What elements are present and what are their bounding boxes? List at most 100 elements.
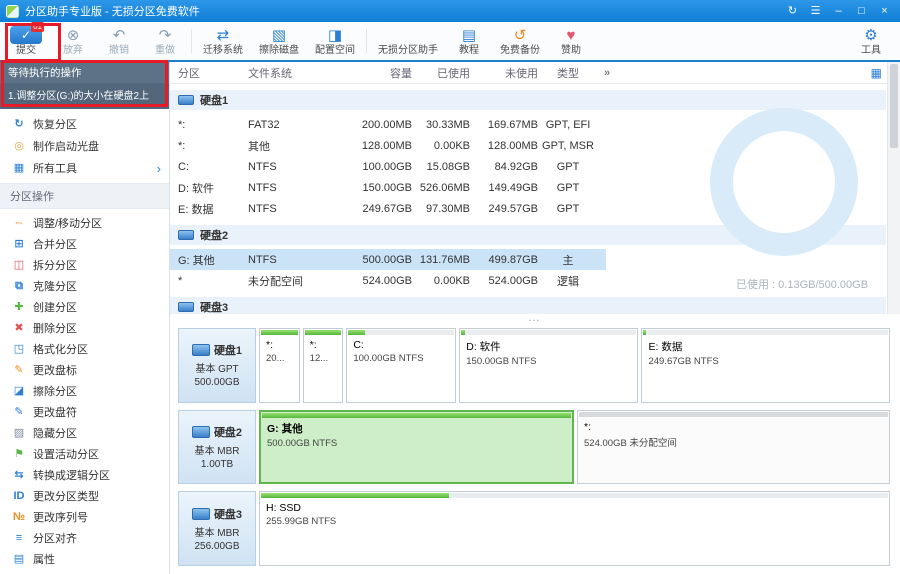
wipe-disk-button[interactable]: ▧ 擦除磁盘 bbox=[251, 22, 307, 60]
partition-operations-title: 分区操作 bbox=[10, 191, 54, 203]
table-row[interactable]: 硬盘1 bbox=[170, 90, 886, 110]
partition-box[interactable]: H: SSD 255.99GB NTFS bbox=[259, 491, 890, 566]
usage-label: 已使用 : 0.13GB/500.00GB bbox=[736, 276, 868, 292]
migrate-system-button[interactable]: ⇄ 迁移系统 bbox=[195, 22, 251, 60]
sidebar-operation-item[interactable]: ≡ 分区对齐 bbox=[0, 527, 169, 548]
operation-label: 分区对齐 bbox=[33, 530, 169, 546]
sidebar-operation-item[interactable]: ▤ 属性 bbox=[0, 548, 169, 569]
sidebar-operation-item[interactable]: ⇆ 转换成逻辑分区 bbox=[0, 464, 169, 485]
more-columns-icon[interactable]: » bbox=[604, 67, 610, 79]
sidebar-operation-item[interactable]: ◳ 格式化分区 bbox=[0, 338, 169, 359]
redo-button[interactable]: ↷ 重做 bbox=[142, 22, 188, 60]
tutorial-button[interactable]: ▤ 教程 bbox=[446, 22, 492, 60]
commit-button[interactable]: ✓ 01 提交 bbox=[2, 22, 50, 60]
partition-name: E: 数据 bbox=[178, 201, 213, 217]
donate-button[interactable]: ♥ 赞助 bbox=[548, 22, 594, 60]
undo-button[interactable]: ↶ 撤销 bbox=[96, 22, 142, 60]
sidebar-operation-item[interactable]: ✎ 更改盘标 bbox=[0, 359, 169, 380]
header-used[interactable]: 已使用 bbox=[412, 65, 470, 81]
operation-icon: ✖ bbox=[12, 321, 26, 335]
sidebar-operation-item[interactable]: ▨ 隐藏分区 bbox=[0, 422, 169, 443]
operation-label: 更改盘标 bbox=[33, 362, 169, 378]
header-type[interactable]: 类型 bbox=[538, 65, 598, 81]
table-row[interactable]: G: 其他 NTFS 500.00GB 131.76MB 499.87GB 主 bbox=[170, 249, 606, 270]
partition-box[interactable]: C: 100.00GB NTFS bbox=[346, 328, 456, 403]
pending-operations-panel[interactable]: 等待执行的操作 1.调整分区(G:)的大小在硬盘2上 bbox=[0, 62, 169, 109]
refresh-icon[interactable]: ↻ bbox=[783, 2, 802, 20]
pending-count-badge: 01 bbox=[31, 22, 44, 32]
table-row[interactable]: D: 软件 NTFS 150.00GB 526.06MB 149.49GB GP… bbox=[170, 177, 606, 198]
vertical-scrollbar[interactable] bbox=[887, 62, 900, 314]
cell-unused: 149.49GB bbox=[470, 182, 538, 194]
scrollbar-thumb[interactable] bbox=[890, 64, 898, 148]
minimize-button[interactable]: – bbox=[829, 2, 848, 20]
cell-type: GPT bbox=[538, 203, 598, 215]
toolbar-spacer bbox=[594, 22, 848, 60]
donate-label: 赞助 bbox=[561, 46, 581, 56]
table-row[interactable]: *: FAT32 200.00MB 30.33MB 169.67MB GPT, … bbox=[170, 114, 606, 135]
view-toggle-icon[interactable]: ▦ bbox=[871, 66, 882, 80]
partition-box[interactable]: *: 524.00GB 未分配空间 bbox=[577, 410, 890, 485]
partition-box[interactable]: *: 12... bbox=[303, 328, 344, 403]
sidebar-operation-item[interactable]: ⚑ 设置活动分区 bbox=[0, 443, 169, 464]
sidebar-operation-item[interactable]: ✚ 创建分区 bbox=[0, 296, 169, 317]
disk-label-2[interactable]: 硬盘2 基本 MBR 1.00TB bbox=[178, 410, 256, 485]
disk-label-1[interactable]: 硬盘1 基本 GPT 500.00GB bbox=[178, 328, 256, 403]
table-row[interactable]: C: NTFS 100.00GB 15.08GB 84.92GB GPT bbox=[170, 156, 606, 177]
pending-operation-item[interactable]: 1.调整分区(G:)的大小在硬盘2上 bbox=[0, 83, 169, 109]
wipe-disk-label: 擦除磁盘 bbox=[259, 46, 299, 56]
sidebar-operation-item[interactable]: ✖ 删除分区 bbox=[0, 317, 169, 338]
toolbar: ✓ 01 提交 ⊗ 放弃 ↶ 撤销 ↷ 重做 ⇄ 迁移系统 ▧ 擦除磁盘 ◨ 配… bbox=[0, 22, 900, 62]
redo-label: 重做 bbox=[155, 46, 175, 56]
discard-button[interactable]: ⊗ 放弃 bbox=[50, 22, 96, 60]
table-row[interactable]: E: 数据 NTFS 249.67GB 97.30MB 249.57GB GPT bbox=[170, 198, 606, 219]
sidebar-operation-item[interactable]: ID 更改分区类型 bbox=[0, 485, 169, 506]
table-row[interactable]: * 未分配空间 524.00GB 0.00KB 524.00GB 逻辑 bbox=[170, 270, 606, 291]
free-backup-button[interactable]: ↺ 免费备份 bbox=[492, 22, 548, 60]
maximize-button[interactable]: □ bbox=[852, 2, 871, 20]
operation-icon: ⇔ bbox=[12, 216, 26, 230]
sidebar-operation-item[interactable]: № 更改序列号 bbox=[0, 506, 169, 527]
disk-type: 基本 GPT bbox=[195, 360, 238, 375]
partition-box[interactable]: G: 其他 500.00GB NTFS bbox=[259, 410, 574, 485]
partition-assistant-button[interactable]: 无损分区助手 bbox=[370, 22, 446, 60]
sidebar-operation-item[interactable]: ⇔ 调整/移动分区 bbox=[0, 212, 169, 233]
header-partition[interactable]: 分区 bbox=[178, 65, 248, 81]
disk-label-3[interactable]: 硬盘3 基本 MBR 256.00GB bbox=[178, 491, 256, 566]
redo-icon: ↷ bbox=[159, 27, 172, 44]
cell-filesystem: NTFS bbox=[248, 254, 352, 266]
allocate-space-label: 配置空间 bbox=[315, 46, 355, 56]
sidebar-operation-item[interactable]: ✎ 更改盘符 bbox=[0, 401, 169, 422]
operation-label: 擦除分区 bbox=[33, 383, 169, 399]
app-window: 分区助手专业版 - 无损分区免费软件 ↻ ☰ – □ × ✓ 01 提交 ⊗ 放… bbox=[0, 0, 900, 574]
header-unused[interactable]: 未使用 bbox=[470, 65, 538, 81]
partition-title: H: SSD bbox=[266, 502, 883, 514]
tools-button[interactable]: ⚙ 工具 bbox=[848, 22, 894, 60]
sidebar-operation-item[interactable]: ◫ 拆分分区 bbox=[0, 254, 169, 275]
operation-label: 拆分分区 bbox=[33, 257, 169, 273]
heart-icon: ♥ bbox=[567, 27, 576, 44]
pending-operations-header: 等待执行的操作 bbox=[0, 62, 169, 83]
partition-box[interactable]: E: 数据 249.67GB NTFS bbox=[641, 328, 890, 403]
sidebar-wizard-item[interactable]: ↻ 恢复分区 bbox=[0, 113, 169, 135]
operation-list: ⇔ 调整/移动分区 ⊞ 合并分区 ◫ 拆分分区 ⧉ 克隆分区 ✚ 创建分区 ✖ … bbox=[0, 209, 169, 569]
cell-used: 30.33MB bbox=[412, 119, 470, 131]
sidebar-wizard-item[interactable]: ▦ 所有工具 › bbox=[0, 157, 169, 179]
sidebar-operation-item[interactable]: ⧉ 克隆分区 bbox=[0, 275, 169, 296]
sidebar-operation-item[interactable]: ⊞ 合并分区 bbox=[0, 233, 169, 254]
cell-partition: E: 数据 bbox=[178, 201, 248, 217]
partition-box[interactable]: *: 20... bbox=[259, 328, 300, 403]
wizard-icon: ◎ bbox=[12, 139, 26, 153]
header-capacity[interactable]: 容量 bbox=[352, 65, 412, 81]
sidebar-wizard-item[interactable]: ◎ 制作启动光盘 bbox=[0, 135, 169, 157]
table-row[interactable]: *: 其他 128.00MB 0.00KB 128.00MB GPT, MSR bbox=[170, 135, 606, 156]
sidebar-operation-item[interactable]: ◪ 擦除分区 bbox=[0, 380, 169, 401]
operation-icon: ▤ bbox=[12, 552, 26, 566]
partition-box[interactable]: D: 软件 150.00GB NTFS bbox=[459, 328, 638, 403]
close-button[interactable]: × bbox=[875, 2, 894, 20]
header-filesystem[interactable]: 文件系统 bbox=[248, 65, 352, 81]
splitter-handle[interactable]: … bbox=[170, 314, 900, 324]
menu-icon[interactable]: ☰ bbox=[806, 2, 825, 20]
operation-label: 属性 bbox=[33, 551, 169, 567]
allocate-space-button[interactable]: ◨ 配置空间 bbox=[307, 22, 363, 60]
